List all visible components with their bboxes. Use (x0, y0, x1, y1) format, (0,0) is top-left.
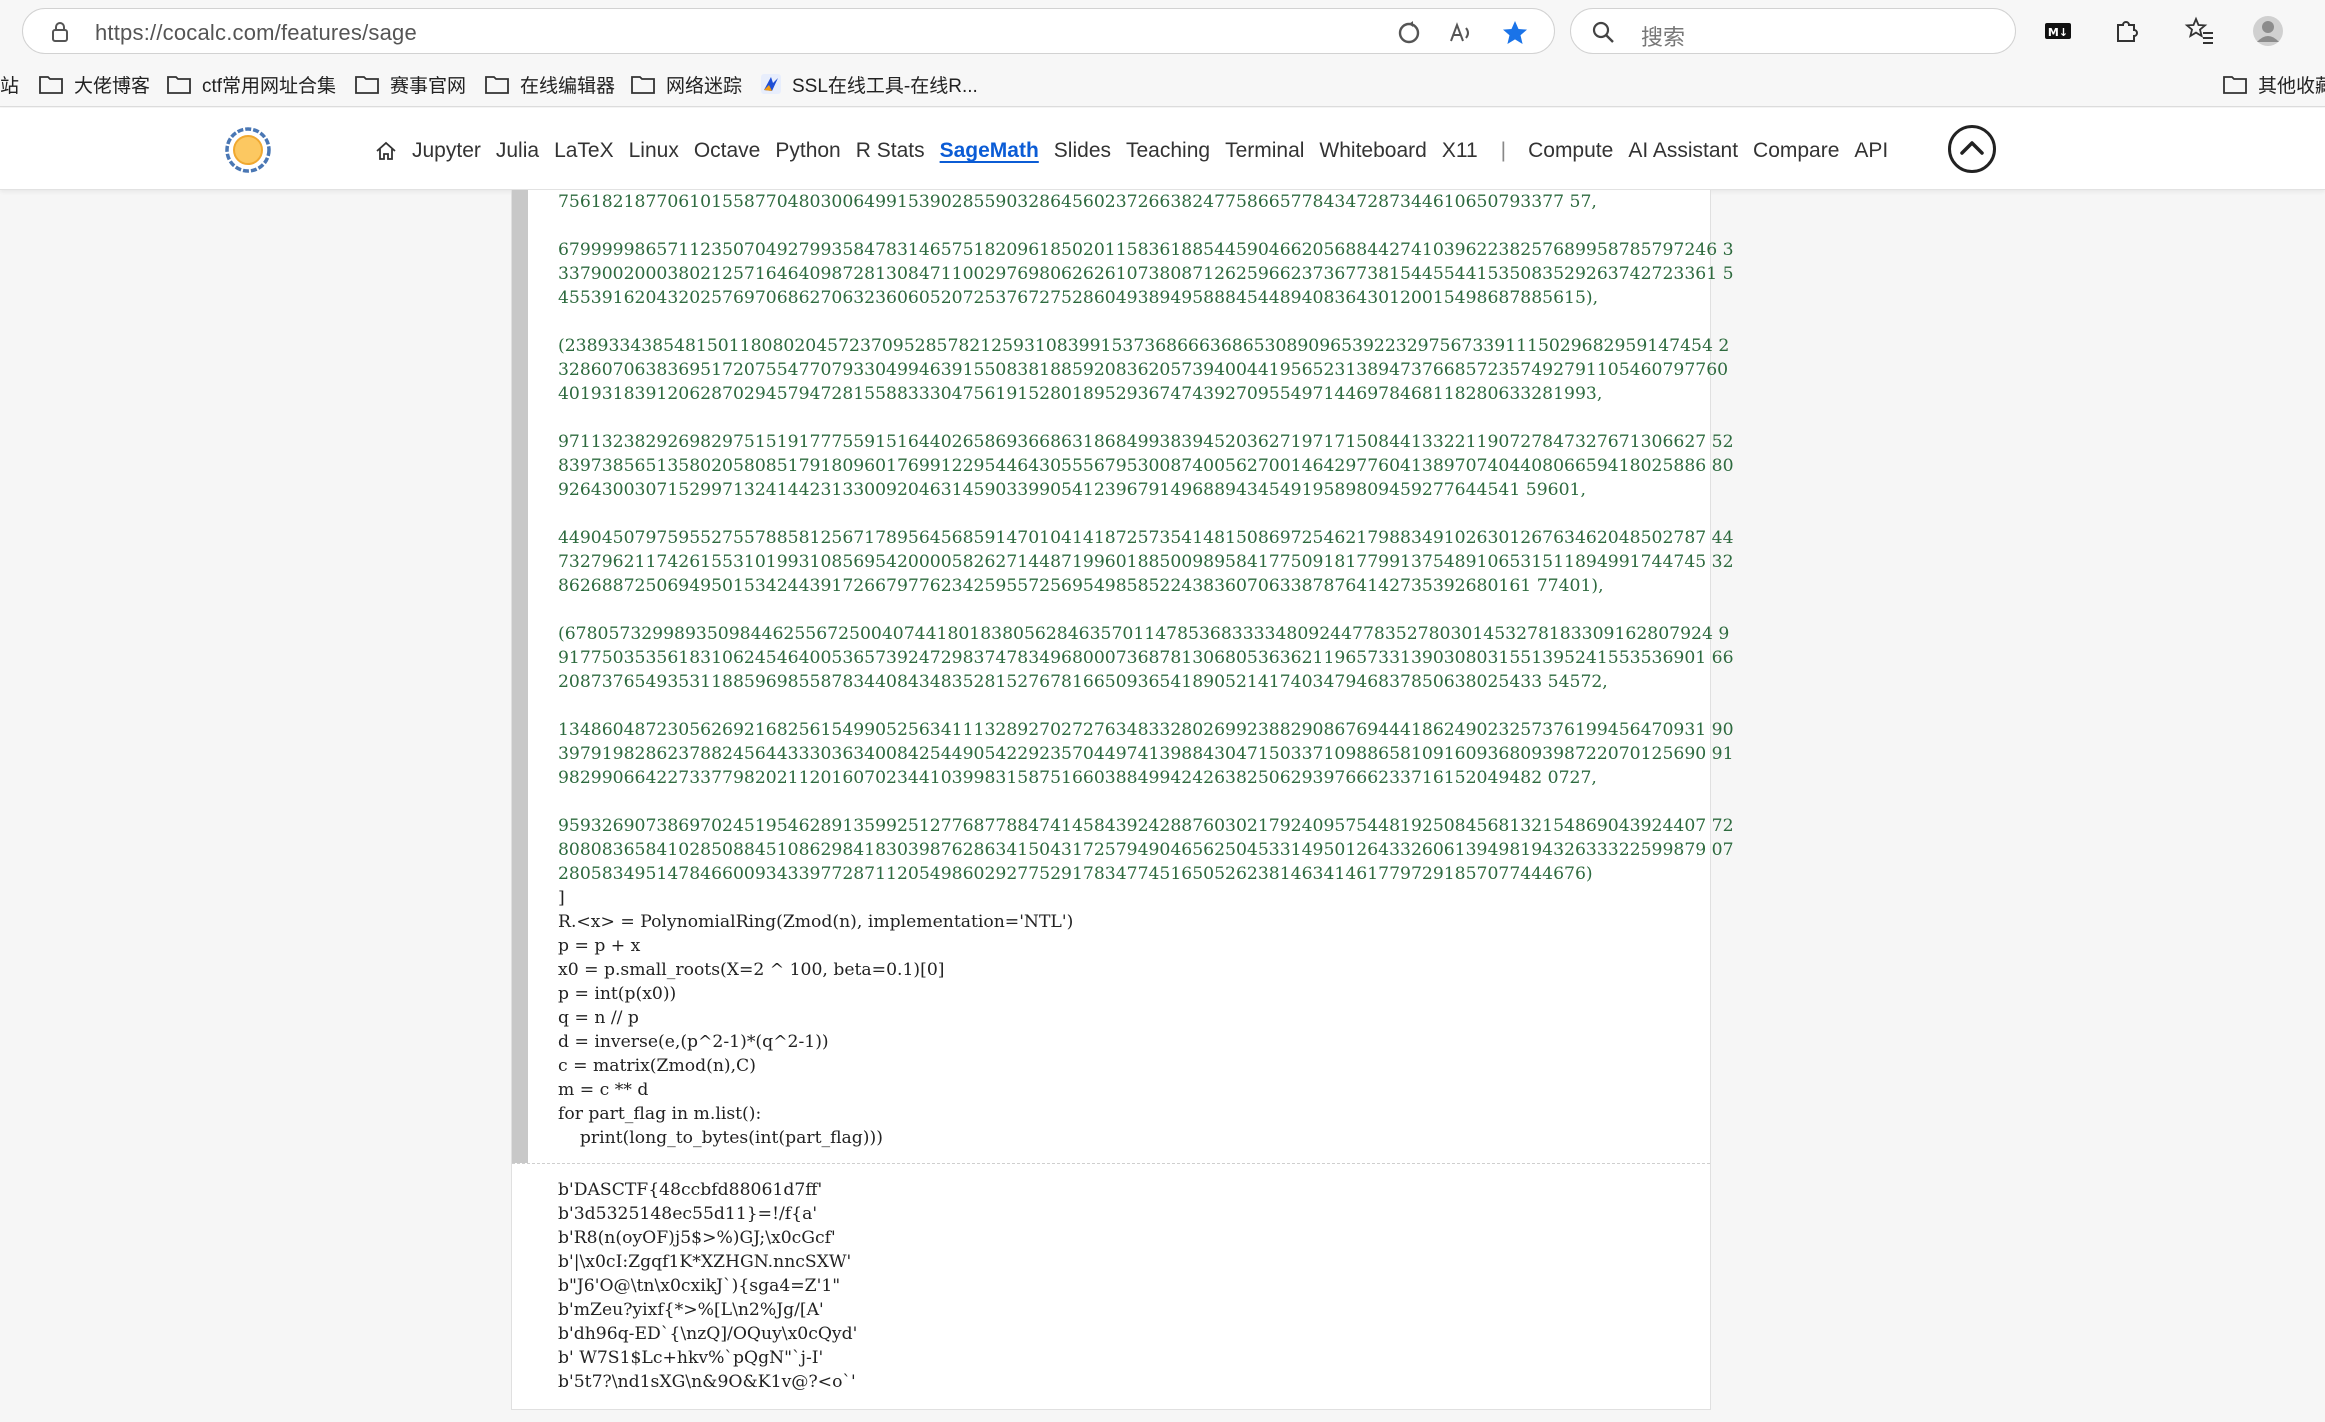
output-line: b'3d5325148ec55d11}=!/f{a' (558, 1204, 818, 1224)
folder-icon (39, 76, 63, 94)
code-line: x0 = p.small_roots(X=2 ^ 100, beta=0.1)[… (558, 960, 945, 980)
code-matrix-row: 4490450797595527557885812567178956456859… (558, 528, 1734, 596)
code-input[interactable]: 7561821877061015587704803006499153902855… (558, 190, 1734, 1150)
scroll-up-button[interactable] (1948, 125, 1996, 173)
nav-whiteboard[interactable]: Whiteboard (1319, 139, 1426, 163)
markdown-extension-icon[interactable]: M↓ (2042, 15, 2074, 47)
output-line: b'dh96q-ED`{\nzQ]/OQuy\x0cQyd' (558, 1324, 858, 1344)
bookmark-folder[interactable]: 其他收藏 (2222, 70, 2325, 98)
code-line: print(long_to_bytes(int(part_flag))) (558, 1128, 883, 1148)
bookmark-label: 赛事官网 (390, 75, 467, 97)
output-line: b'|\x0cI:Zgqf1K*XZHGN.nncSXW' (558, 1252, 852, 1272)
ssl-site-icon (761, 74, 781, 94)
nav-terminal[interactable]: Terminal (1225, 139, 1304, 163)
code-matrix-row: (238933438548150118080204572370952857821… (558, 336, 1730, 404)
output-line: b"J6'O@\tn\x0cxikJ`){sga4=Z'1" (558, 1276, 841, 1296)
feature-nav: Jupyter Julia LaTeX Linux Octave Python … (374, 136, 1903, 166)
nav-teaching[interactable]: Teaching (1126, 139, 1210, 163)
output-line: b' W7S1$Lc+hkv%`pQgN"`j-I' (558, 1348, 824, 1368)
nav-sagemath[interactable]: SageMath (940, 139, 1039, 163)
code-matrix-row: 6799999865711235070492799358478314657518… (558, 240, 1734, 308)
favorite-star-icon[interactable] (1501, 19, 1529, 47)
bookmark-item[interactable]: 站 (0, 70, 19, 98)
code-matrix-row: 9711323829269829751519177755915164402658… (558, 432, 1734, 500)
code-line: q = n // p (558, 1008, 639, 1028)
code-matrix-row: 9593269073869702451954628913599251277687… (558, 816, 1734, 884)
nav-ai-assistant[interactable]: AI Assistant (1628, 139, 1738, 163)
search-placeholder: 搜索 (1641, 25, 1686, 50)
nav-julia[interactable]: Julia (496, 139, 539, 163)
code-line: d = inverse(e,(p^2-1)*(q^2-1)) (558, 1032, 829, 1052)
nav-latex[interactable]: LaTeX (554, 139, 614, 163)
bookmark-folder[interactable]: ctf常用网址合集 (166, 70, 336, 98)
nav-slides[interactable]: Slides (1054, 139, 1111, 163)
code-line: m = c ** d (558, 1080, 649, 1100)
nav-r-stats[interactable]: R Stats (856, 139, 925, 163)
code-line: p = int(p(x0)) (558, 984, 677, 1004)
output-line: b'DASCTF{48ccbfd88061d7ff' (558, 1180, 823, 1200)
profile-avatar-icon[interactable] (2252, 15, 2284, 47)
output-line: b'R8(n(oyOF)j5$>%)GJ;\x0cGcf' (558, 1228, 836, 1248)
browser-toolbar: https://cocalc.com/features/sage 搜索 M↓ (0, 0, 2325, 62)
code-line: ] (558, 888, 565, 908)
folder-icon (167, 76, 191, 94)
code-matrix-row: 1348604872305626921682561549905256341113… (558, 720, 1734, 788)
bookmark-item[interactable]: SSL在线工具-在线R... (760, 70, 978, 98)
folder-icon (631, 76, 655, 94)
bookmark-folder[interactable]: 在线编辑器 (484, 70, 615, 98)
url-text[interactable]: https://cocalc.com/features/sage (95, 20, 417, 46)
code-line: c = matrix(Zmod(n),C) (558, 1056, 756, 1076)
search-icon (1592, 21, 1614, 43)
folder-icon (355, 76, 379, 94)
nav-compute[interactable]: Compute (1528, 139, 1613, 163)
bookmark-label: 在线编辑器 (520, 75, 616, 97)
bookmark-folder[interactable]: 大佬博客 (38, 70, 150, 98)
nav-jupyter[interactable]: Jupyter (412, 139, 481, 163)
code-line: R.<x> = PolynomialRing(Zmod(n), implemen… (558, 912, 1074, 932)
nav-octave[interactable]: Octave (694, 139, 761, 163)
extensions-puzzle-icon[interactable] (2110, 15, 2142, 47)
bookmark-label: 大佬博客 (74, 75, 151, 97)
code-matrix-row: 7561821877061015587704803006499153902855… (558, 192, 1597, 212)
lock-icon[interactable] (49, 21, 71, 43)
svg-text:M↓: M↓ (2048, 26, 2068, 39)
refresh-site-icon[interactable] (1395, 19, 1423, 47)
address-bar[interactable]: https://cocalc.com/features/sage (22, 8, 1555, 54)
bookmark-folder[interactable]: 赛事官网 (354, 70, 466, 98)
read-aloud-icon[interactable] (1447, 19, 1475, 47)
site-header: Jupyter Julia LaTeX Linux Octave Python … (0, 108, 2325, 190)
cocalc-logo-icon[interactable] (224, 126, 272, 174)
bookmarks-bar: 站 大佬博客 ctf常用网址合集 赛事官网 在线编辑器 网络迷踪 SSL在线工具… (0, 62, 2325, 107)
nav-python[interactable]: Python (775, 139, 840, 163)
code-cell[interactable]: 7561821877061015587704803006499153902855… (511, 190, 1734, 1410)
output-line: b'mZeu?yixf{*>%[L\n2%Jg/[A' (558, 1300, 824, 1320)
nav-compare[interactable]: Compare (1753, 139, 1839, 163)
nav-api[interactable]: API (1854, 139, 1888, 163)
folder-icon (485, 76, 509, 94)
browser-search-box[interactable]: 搜索 (1570, 8, 2016, 54)
code-matrix-row: (678057329989350984462556725004074418018… (558, 624, 1734, 692)
code-line: for part_flag in m.list(): (558, 1104, 762, 1124)
bookmark-label: 其他收藏 (2258, 75, 2325, 97)
code-line: p = p + x (558, 936, 641, 956)
home-icon[interactable] (374, 139, 398, 163)
favorites-list-icon[interactable] (2184, 15, 2216, 47)
nav-separator: | (1500, 139, 1507, 162)
bookmark-folder[interactable]: 网络迷踪 (630, 70, 742, 98)
output-divider (512, 1163, 1710, 1164)
cell-input-marker (512, 190, 528, 1163)
bookmark-label: ctf常用网址合集 (202, 75, 337, 97)
folder-icon (2223, 76, 2247, 94)
bookmark-label: 网络迷踪 (666, 75, 743, 97)
nav-linux[interactable]: Linux (629, 139, 679, 163)
cell-output: b'DASCTF{48ccbfd88061d7ff' b'3d5325148ec… (558, 1178, 857, 1394)
output-line: b'5t7?\nd1sXG\n&9O&K1v@?<o`' (558, 1372, 856, 1392)
bookmark-label: SSL在线工具-在线R... (792, 75, 978, 97)
nav-x11[interactable]: X11 (1442, 139, 1478, 163)
bookmark-label: 站 (0, 75, 20, 97)
